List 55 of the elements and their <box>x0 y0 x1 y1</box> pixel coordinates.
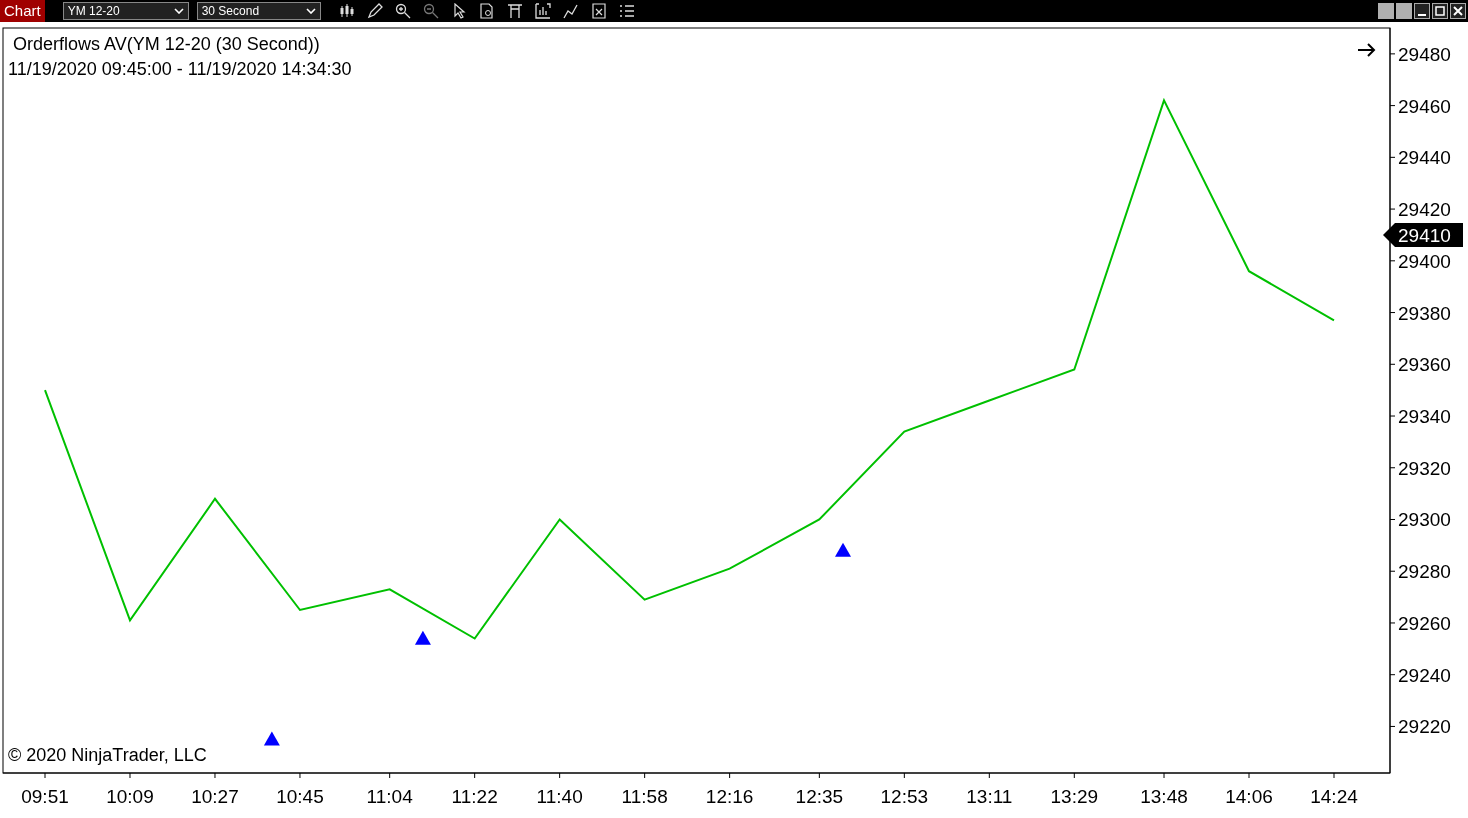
buy-signal-triangle <box>835 542 851 557</box>
time-tick-label: 10:27 <box>191 786 239 807</box>
price-tick-label: 29300 <box>1398 509 1451 531</box>
time-tick-label: 10:45 <box>276 786 324 807</box>
document-search-icon[interactable] <box>478 3 495 19</box>
price-tick-label: 29400 <box>1398 250 1451 272</box>
instrument-dropdown[interactable]: YM 12-20 <box>62 2 189 20</box>
price-tick-label: 29380 <box>1398 302 1451 324</box>
time-tick-label: 09:51 <box>21 786 69 807</box>
copyright-text: © 2020 NinjaTrader, LLC <box>8 745 207 766</box>
price-tick-label: 29320 <box>1398 457 1451 479</box>
chart-title: Orderflows AV(YM 12-20 (30 Second)) <box>13 34 321 55</box>
price-tick-label: 29340 <box>1398 406 1451 427</box>
layout-icon[interactable] <box>506 3 523 19</box>
price-tick-label: 29480 <box>1398 43 1451 65</box>
properties-icon[interactable] <box>590 3 607 19</box>
time-tick-label: 11:58 <box>621 786 668 807</box>
time-tick-label: 12:35 <box>795 786 844 807</box>
time-tick-label: 14:24 <box>1310 786 1358 807</box>
time-tick-label: 13:48 <box>1140 786 1188 807</box>
pencil-icon[interactable] <box>366 3 383 19</box>
time-tick-label: 13:11 <box>966 786 1013 807</box>
chart-window-title: Chart <box>0 0 45 22</box>
time-tick-label: 11:04 <box>366 786 413 807</box>
time-tick-label: 12:53 <box>880 786 929 807</box>
price-tick-label: 29420 <box>1398 199 1451 221</box>
caret-icon <box>305 8 316 14</box>
price-tick-label: 29460 <box>1398 95 1451 117</box>
zoom-in-icon[interactable] <box>394 3 411 19</box>
buy-signal-triangle <box>263 731 280 746</box>
line-graph-icon[interactable] <box>562 3 579 19</box>
close-icon[interactable] <box>1450 3 1466 19</box>
time-tick-label: 13:29 <box>1050 786 1099 807</box>
price-tick-label: 29260 <box>1398 612 1451 634</box>
date-range: 11/19/2020 09:45:00 - 11/19/2020 14:34:30 <box>8 59 352 80</box>
minimize-icon[interactable] <box>1414 3 1430 19</box>
time-tick-label: 10:09 <box>106 786 154 807</box>
price-tick-label: 29360 <box>1398 354 1451 376</box>
price-tick-label: 29240 <box>1398 664 1451 686</box>
price-tick-label: 29280 <box>1398 561 1451 583</box>
time-tick-label: 11:22 <box>451 786 498 807</box>
time-tick-label: 11:40 <box>536 786 583 807</box>
caret-icon <box>173 8 184 14</box>
interval-dropdown[interactable]: 30 Second <box>196 2 321 20</box>
arrow-right-icon[interactable] <box>1357 43 1376 57</box>
time-tick-label: 12:16 <box>705 786 754 807</box>
maximize-icon[interactable] <box>1432 3 1448 19</box>
zoom-out-icon[interactable] <box>422 3 439 19</box>
price-tick-label: 29440 <box>1398 147 1451 169</box>
candlestick-icon[interactable] <box>338 3 355 19</box>
buy-signal-triangle <box>414 630 431 645</box>
bar-chart-icon[interactable] <box>534 3 551 19</box>
list-icon[interactable] <box>618 3 635 19</box>
time-tick-label: 14:06 <box>1225 786 1273 807</box>
price-tick-label: 29220 <box>1398 716 1451 738</box>
